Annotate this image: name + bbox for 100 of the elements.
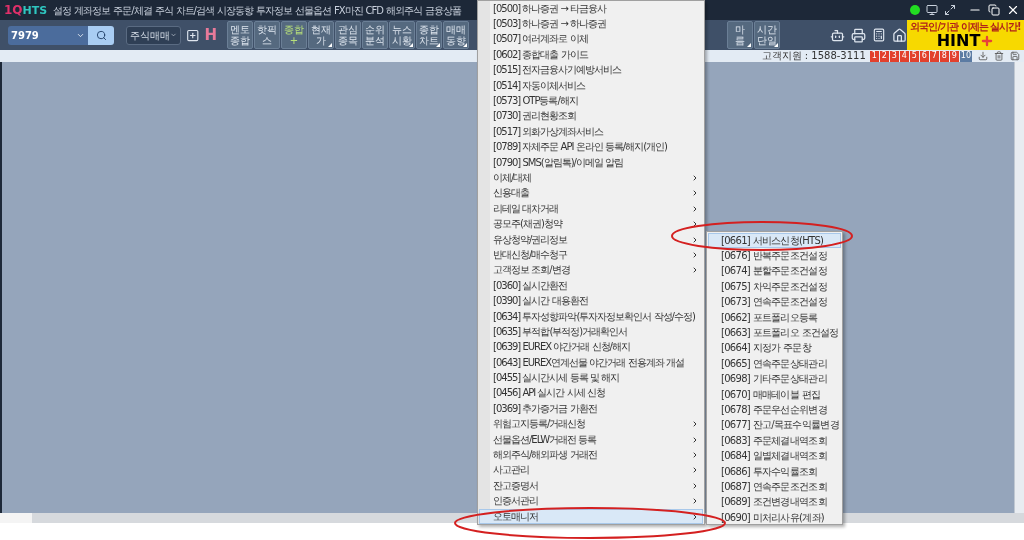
- menu-item[interactable]: 투자정보: [255, 2, 292, 18]
- menu-entry[interactable]: [0369] 추가증거금 가환전: [479, 401, 703, 417]
- trash-icon[interactable]: [994, 51, 1004, 61]
- page-number-button[interactable]: 3: [889, 50, 899, 62]
- toolbar-button[interactable]: 뉴스 시황: [389, 21, 416, 49]
- submenu-entry[interactable]: [0670] 매매테이블 편집: [708, 386, 841, 403]
- submenu-entry[interactable]: [0664] 지정가 주문창: [708, 340, 841, 357]
- submenu-entry[interactable]: [0665] 연속주문상태관리: [708, 356, 841, 372]
- toolbar-button[interactable]: 마 름: [727, 21, 754, 49]
- close-icon[interactable]: [1006, 3, 1020, 17]
- menu-entry[interactable]: 선물옵션/ELW거래전 등록: [479, 431, 703, 448]
- menu-entry[interactable]: 신용대출: [479, 185, 703, 202]
- menu-entry[interactable]: [0515] 전자금융사기예방서비스: [479, 62, 703, 78]
- submenu-entry[interactable]: [0675] 차익주문조건설정: [708, 279, 841, 295]
- page-number-button[interactable]: 5: [909, 50, 919, 62]
- submenu-entry[interactable]: [0661] 서비스신청(HTS): [708, 233, 841, 249]
- page-number-button[interactable]: 9: [949, 50, 959, 62]
- submenu-entry[interactable]: [0689] 조건변경내역조회: [708, 494, 841, 511]
- menu-entry[interactable]: 해외주식/해외파생 거래전: [479, 447, 703, 463]
- submenu-entry[interactable]: [0698] 기타주문상태관리: [708, 371, 841, 387]
- menu-entry[interactable]: [0639] EUREX 야간거래 신청/해지: [479, 339, 703, 355]
- page-number-button[interactable]: 1: [869, 50, 879, 62]
- menu-entry[interactable]: [0390] 실시간 대용환전: [479, 293, 703, 309]
- save-icon[interactable]: [1010, 51, 1020, 61]
- robot-icon[interactable]: [830, 27, 846, 43]
- menu-entry[interactable]: 사고관리: [479, 462, 703, 479]
- submenu-entry[interactable]: [0674] 분할주문조건설정: [708, 263, 841, 280]
- toolbar-button[interactable]: 핫픽 스: [254, 21, 281, 49]
- menu-item[interactable]: 계좌정보: [74, 2, 111, 18]
- menu-entry[interactable]: 공모주(채권)청약: [479, 216, 703, 232]
- toolbar-button[interactable]: 시간 단일: [754, 21, 781, 49]
- menu-entry[interactable]: 인증서관리: [479, 493, 703, 509]
- menu-entry[interactable]: 고객정보 조회/변경: [479, 262, 703, 279]
- download-icon[interactable]: [978, 51, 988, 61]
- menu-item[interactable]: CFD: [365, 2, 383, 18]
- printer-icon[interactable]: [851, 27, 867, 43]
- menu-entry[interactable]: [0790] SMS(알림톡)/이메일 알림: [479, 154, 703, 171]
- home-icon[interactable]: [892, 27, 908, 43]
- menu-entry[interactable]: [0456] API 실시간 시세 신청: [479, 385, 703, 402]
- menu-entry[interactable]: [0360] 실시간환전: [479, 278, 703, 294]
- menu-entry[interactable]: 잔고증명서: [479, 478, 703, 494]
- menu-entry[interactable]: [0500] 하나증권 → 타금융사: [479, 1, 703, 17]
- menu-entry[interactable]: [0602] 종합대출 가이드: [479, 47, 703, 63]
- submenu-entry[interactable]: [0690] 미처리사유(계좌): [708, 510, 841, 526]
- menu-entry[interactable]: [0635] 부적합(부적정)거래확인서: [479, 324, 703, 340]
- menu-item[interactable]: 선물옵션: [294, 2, 331, 18]
- menu-entry[interactable]: 리테일 대차거래: [479, 201, 703, 217]
- menu-item[interactable]: 차트/검색: [175, 2, 214, 18]
- toolbar-button[interactable]: 현재 가: [308, 21, 335, 49]
- menu-entry[interactable]: [0455] 실시간시세 등록 및 해지: [479, 370, 703, 386]
- menu-entry[interactable]: [0643] EUREX연계선물 야간거래 전용계좌 개설: [479, 355, 703, 371]
- stock-code-field[interactable]: 7979: [8, 25, 88, 45]
- menu-entry[interactable]: 이체/대체: [479, 170, 703, 186]
- menu-item[interactable]: 해외주식: [386, 2, 422, 18]
- submenu-entry[interactable]: [0684] 일별체결내역조회: [708, 448, 841, 464]
- menu-item[interactable]: 금융상품: [425, 2, 461, 18]
- toolbar-button[interactable]: 관심 종목: [335, 21, 362, 49]
- toolbar-button[interactable]: 종합 +: [281, 21, 308, 49]
- page-number-button[interactable]: 4: [899, 50, 909, 62]
- menu-entry[interactable]: [0634] 투자성향파악(투자자정보확인서 작성/수정): [479, 308, 703, 325]
- mode-select[interactable]: 주식매매: [126, 25, 181, 45]
- menu-item[interactable]: 시장동향: [216, 2, 253, 18]
- add-window-icon[interactable]: [186, 27, 200, 43]
- page-number-button[interactable]: 2: [879, 50, 889, 62]
- page-number-button[interactable]: 6: [919, 50, 929, 62]
- menu-entry[interactable]: [0514] 자동이체서비스: [479, 77, 703, 94]
- submenu-entry[interactable]: [0686] 투자수익률조회: [708, 463, 841, 480]
- submenu-entry[interactable]: [0676] 반복주문조건설정: [708, 248, 841, 264]
- menu-entry[interactable]: [0573] OTP등록/해지: [479, 93, 703, 109]
- page-number-button[interactable]: 7: [929, 50, 939, 62]
- menu-entry[interactable]: 반대신청/매수청구: [479, 247, 703, 263]
- submenu-entry[interactable]: [0677] 잔고/목표수익률변경: [708, 417, 841, 434]
- toolbar-button[interactable]: 멘토 종합: [227, 21, 254, 49]
- menu-entry[interactable]: 위험고지등록/거래신청: [479, 416, 703, 432]
- monitor-icon[interactable]: [926, 4, 938, 16]
- menu-entry[interactable]: [0517] 외화가상계좌서비스: [479, 124, 703, 140]
- menu-item[interactable]: FX마진: [333, 2, 363, 18]
- calculator-icon[interactable]: [872, 28, 887, 42]
- submenu-entry[interactable]: [0683] 주문체결내역조회: [708, 433, 841, 449]
- search-button[interactable]: [88, 25, 114, 45]
- menu-entry[interactable]: [0503] 하나증권 → 하나증권: [479, 16, 703, 32]
- submenu-entry[interactable]: [0662] 포트폴리오등록: [708, 309, 841, 326]
- expand-icon[interactable]: [944, 4, 956, 16]
- submenu-entry[interactable]: [0678] 주문우선순위변경: [708, 402, 841, 418]
- menu-entry[interactable]: [0789] 자체주문 API 온라인 등록/해지(개인): [479, 139, 703, 155]
- page-number-button[interactable]: 10: [959, 50, 972, 62]
- menu-item[interactable]: 설정: [53, 2, 72, 18]
- menu-item[interactable]: 주문/체결: [113, 2, 152, 18]
- submenu-entry[interactable]: [0673] 연속주문조건설정: [708, 294, 841, 310]
- toolbar-button[interactable]: 매매 동향: [443, 21, 470, 49]
- submenu-entry[interactable]: [0687] 연속주문조건조회: [708, 479, 841, 495]
- menu-item[interactable]: 주식: [154, 2, 173, 18]
- menu-entry[interactable]: [0730] 권리현황조회: [479, 108, 703, 125]
- vertical-scrollbar[interactable]: [1014, 62, 1024, 513]
- toolbar-button[interactable]: 종합 차트: [416, 21, 443, 49]
- submenu-entry[interactable]: [0663] 포트폴리오 조건설정: [708, 325, 841, 341]
- menu-entry[interactable]: 유상청약/권리정보: [479, 231, 703, 248]
- ad-banner[interactable]: 외국인/기관 이제는 실시간! HINT: [907, 20, 1024, 50]
- restore-icon[interactable]: [988, 4, 1000, 16]
- page-number-button[interactable]: 8: [939, 50, 949, 62]
